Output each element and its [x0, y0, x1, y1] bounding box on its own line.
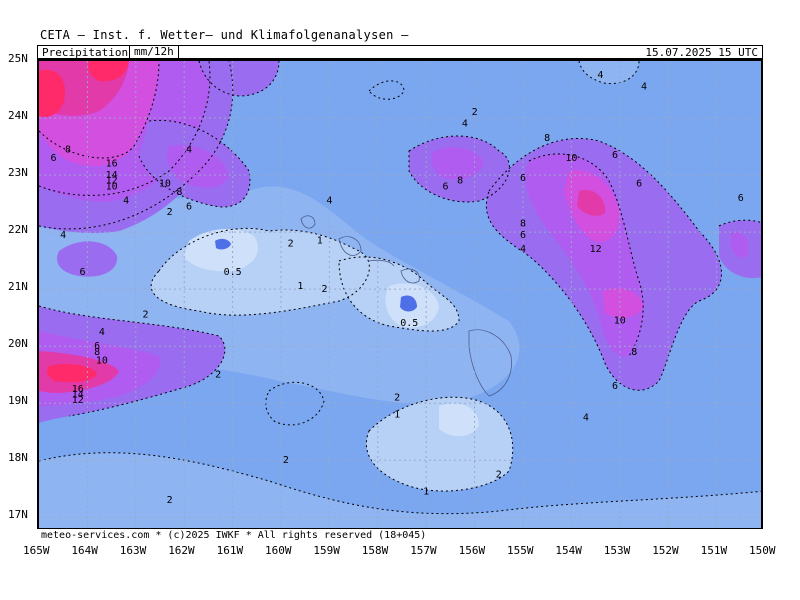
contour-label: 2: [394, 392, 400, 403]
longitude-tick-label: 161W: [216, 544, 244, 557]
contour-label: 2: [496, 469, 502, 480]
longitude-tick-label: 159W: [313, 544, 340, 557]
contour-label: 2: [288, 238, 294, 249]
longitude-tick-label: 160W: [265, 544, 292, 557]
contour-label: 1: [394, 410, 400, 421]
contour-label: 8: [65, 144, 71, 155]
latitude-tick-label: 25N: [8, 52, 28, 65]
contour-label: 16: [106, 159, 118, 170]
unit-label: mm/12h: [129, 45, 179, 59]
parameter-label: Precipitation: [42, 46, 129, 59]
longitude-tick-label: 165W: [23, 544, 50, 557]
contour-label: 2: [472, 107, 478, 118]
contour-label: 0.5: [400, 318, 418, 329]
contour-label: 2: [283, 455, 289, 466]
contour-label: 2: [142, 310, 148, 321]
contour-label-layer: 68461614121041086420.52 141 20.52468102161…: [51, 70, 744, 506]
longitude-tick-label: 154W: [555, 544, 582, 557]
latitude-tick-label: 24N: [8, 109, 28, 123]
contour-label: 8: [631, 347, 637, 358]
contour-label: 4: [583, 412, 589, 423]
latitude-tick-label: 23N: [8, 166, 28, 180]
contour-label: 1: [317, 236, 323, 247]
longitude-tick-label: 162W: [168, 544, 195, 557]
contour-label: 6: [186, 201, 192, 212]
longitude-tick-label: 164W: [71, 544, 98, 557]
contour-label: 6: [738, 193, 744, 204]
chart-title: CETA – Inst. f. Wetter– und Klimafolgena…: [40, 28, 409, 42]
longitude-tick-label: 158W: [361, 544, 389, 557]
contour-label: 6: [443, 181, 449, 192]
contour-label: 1: [297, 281, 303, 292]
contour-label: 4: [123, 196, 129, 207]
longitude-tick-label: 155W: [507, 544, 534, 557]
contour-label: 6: [520, 173, 526, 184]
contour-label: 10: [614, 315, 626, 326]
latitude-tick-label: 22N: [8, 223, 28, 237]
contour-label: 4: [462, 119, 468, 130]
contour-label: 10: [96, 355, 108, 366]
contour-label: 8: [544, 133, 550, 144]
latitude-tick-label: 19N: [8, 394, 28, 408]
contour-label: 4: [597, 70, 603, 81]
contour-label: 0.5: [224, 267, 242, 278]
contour-label: 4: [326, 196, 332, 207]
contour-label: 8: [457, 176, 463, 187]
longitude-tick-label: 163W: [119, 544, 147, 557]
contour-label: 2: [167, 207, 173, 218]
contour-label: 12: [72, 395, 84, 406]
latitude-tick-label: 18N: [8, 451, 28, 465]
contour-label: 6: [612, 150, 618, 161]
contour-label: 10: [159, 178, 171, 189]
latitude-tick-label: 20N: [8, 337, 28, 351]
contour-label: 8: [520, 218, 526, 229]
contour-label: 6: [80, 267, 86, 278]
contour-label: 4: [186, 144, 192, 155]
contour-label: 4: [520, 244, 526, 255]
contour-label: 2: [215, 370, 221, 381]
latitude-tick-label: 21N: [8, 280, 28, 294]
latitude-tick-label: 17N: [8, 508, 28, 522]
contour-label: 12: [590, 244, 602, 255]
precipitation-map: 6 8 4 6 16 14 12 10 4 10 8 6 4 2 0.5 2 1 4 1 2 0.5 2 4 6 8 10 2 16 1…: [37, 59, 763, 541]
contour-label: 1: [423, 487, 429, 498]
footer-bar: meteo-services.com * (c)2025 IWKF * All …: [37, 528, 763, 541]
longitude-tick-label: 153W: [603, 544, 631, 557]
contour-label: 4: [60, 230, 66, 241]
contour-label: 6: [520, 230, 526, 241]
contour-label: 4: [641, 82, 647, 93]
contour-label: 6: [612, 381, 618, 392]
contour-label: 10: [106, 181, 118, 192]
contour-label: 10: [565, 153, 577, 164]
contour-label: 2: [167, 495, 173, 506]
contour-label: 6: [636, 178, 642, 189]
contour-label: 6: [51, 153, 57, 164]
longitude-tick-label: 156W: [458, 544, 486, 557]
contour-label: 4: [99, 327, 105, 338]
longitude-tick-label: 152W: [652, 544, 679, 557]
contour-label: 2: [322, 284, 328, 295]
longitude-tick-label: 150W: [749, 544, 776, 557]
copyright-text: meteo-services.com * (c)2025 IWKF * All …: [41, 530, 427, 541]
contour-label: 8: [176, 187, 182, 198]
longitude-tick-label: 157W: [410, 544, 437, 557]
header-bar: Precipitation mm/12h 15.07.2025 15 UTC: [37, 45, 763, 59]
valid-time-label: 15.07.2025 15 UTC: [645, 46, 758, 59]
longitude-tick-label: 151W: [700, 544, 728, 557]
